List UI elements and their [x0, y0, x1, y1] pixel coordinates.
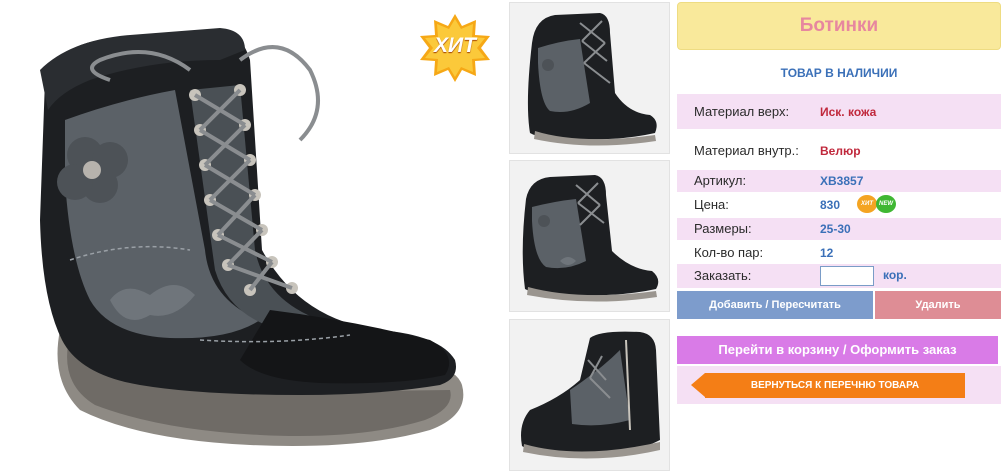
boot-thumb-front — [527, 13, 657, 146]
detail-row-pairs: Кол-во пар: 12 — [677, 242, 1001, 264]
thumbnail-front[interactable] — [509, 2, 670, 154]
thumbnail-side[interactable] — [509, 160, 670, 312]
order-unit: кор. — [883, 268, 907, 282]
order-label: Заказать: — [694, 268, 752, 283]
order-row: Заказать: кор. — [677, 264, 1001, 288]
detail-value: 830 — [820, 198, 841, 212]
detail-label: Цена: — [694, 197, 729, 212]
arrow-left-icon — [691, 373, 705, 397]
new-mini-badge: NEW — [876, 195, 896, 213]
product-title: Ботинки — [799, 15, 879, 36]
detail-row-article: Артикул: XB3857 — [677, 170, 1001, 192]
detail-row-sizes: Размеры: 25-30 — [677, 218, 1001, 240]
hit-mini-badge: ХИТ — [857, 195, 877, 213]
product-page: ХИТ Ботинки ТОВАР В НАЛИЧИИ Материал вер… — [0, 0, 1005, 474]
back-to-list-button[interactable]: ВЕРНУТЬСЯ К ПЕРЕЧНЮ ТОВАРА — [691, 373, 965, 398]
go-to-cart-button[interactable]: Перейти в корзину / Оформить заказ — [677, 336, 998, 364]
hit-badge: ХИТ — [416, 12, 494, 84]
detail-value: Иск. кожа — [820, 105, 877, 119]
detail-value: XB3857 — [820, 174, 864, 188]
detail-label: Размеры: — [694, 221, 752, 236]
hit-badge-label: ХИТ — [434, 34, 476, 57]
boot-thumb-zipper — [521, 331, 660, 459]
thumbnail-zipper[interactable] — [509, 319, 670, 471]
detail-label: Материал внутр.: — [694, 143, 799, 158]
boot-thumb-side — [522, 175, 659, 302]
product-title-box: Ботинки — [677, 2, 1001, 50]
detail-row-price: Цена: 830 ХИТ NEW — [677, 194, 1001, 216]
add-recalculate-button[interactable]: Добавить / Пересчитать — [677, 291, 873, 319]
detail-value: 25-30 — [820, 222, 851, 236]
detail-label: Кол-во пар: — [694, 245, 764, 260]
detail-row-material-inner: Материал внутр.: Велюр — [677, 131, 1001, 168]
stock-status: ТОВАР В НАЛИЧИИ — [780, 66, 898, 80]
product-info-panel: Ботинки ТОВАР В НАЛИЧИИ Материал верх: И… — [677, 0, 1001, 474]
detail-row-material-upper: Материал верх: Иск. кожа — [677, 94, 1001, 129]
detail-value: 12 — [820, 246, 834, 260]
back-button-row: ВЕРНУТЬСЯ К ПЕРЕЧНЮ ТОВАРА — [677, 366, 1001, 404]
detail-value: Велюр — [820, 144, 861, 158]
detail-label: Артикул: — [694, 173, 747, 188]
detail-label: Материал верх: — [694, 104, 790, 119]
delete-button[interactable]: Удалить — [875, 291, 1001, 319]
back-to-list-label: ВЕРНУТЬСЯ К ПЕРЕЧНЮ ТОВАРА — [750, 380, 920, 391]
main-product-image[interactable]: ХИТ — [0, 0, 503, 474]
order-quantity-input[interactable] — [820, 266, 874, 286]
